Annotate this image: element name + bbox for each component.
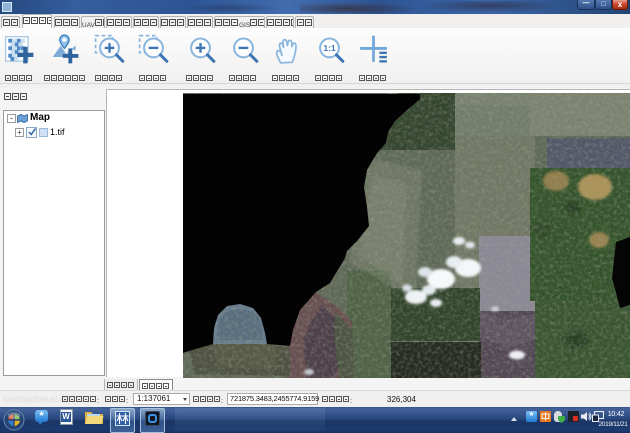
svg-text:1:1: 1:1: [323, 43, 336, 53]
